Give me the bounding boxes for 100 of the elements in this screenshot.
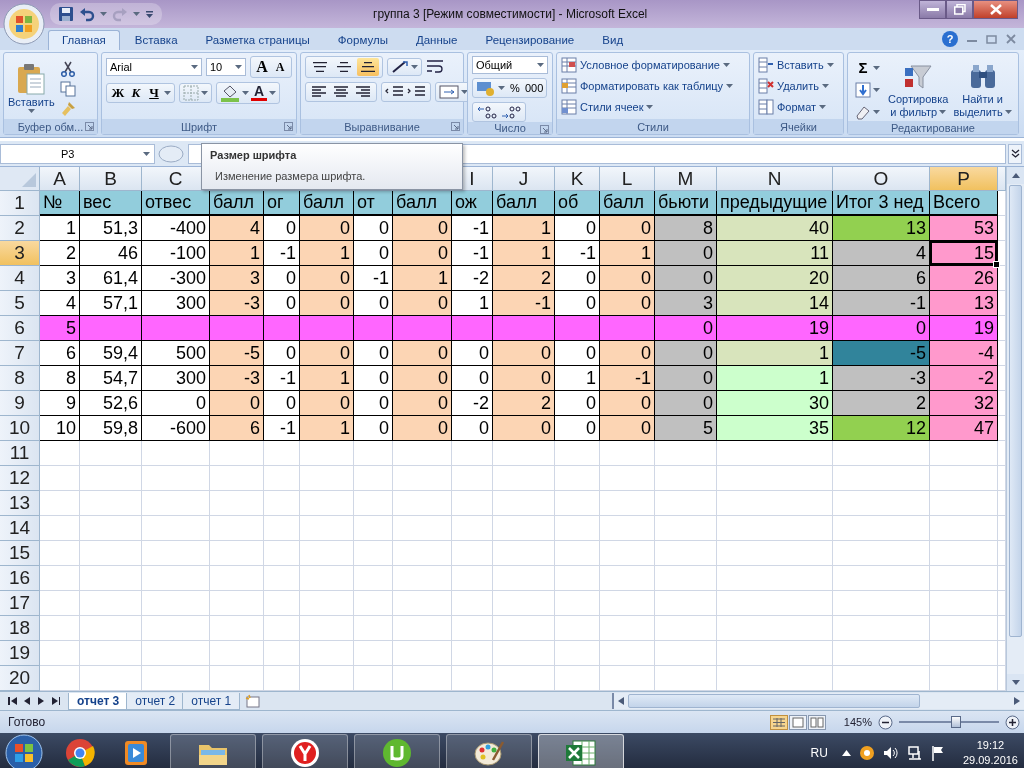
autosum-button[interactable]: Σ — [855, 59, 871, 76]
row-header[interactable]: 9 — [0, 391, 40, 416]
vertical-scrollbar[interactable] — [1006, 167, 1024, 691]
close-button[interactable] — [973, 0, 1018, 19]
column-header[interactable]: A — [40, 167, 80, 191]
thousands-button[interactable]: 000 — [525, 82, 544, 94]
page-break-icon[interactable] — [807, 714, 826, 730]
text-align-icon[interactable] — [331, 84, 351, 100]
ring-icon[interactable] — [858, 745, 875, 761]
row-header[interactable]: 12 — [0, 466, 40, 491]
row-header[interactable]: 5 — [0, 291, 40, 316]
row-header[interactable]: 16 — [0, 566, 40, 591]
ribbon-tab[interactable]: Разметка страницы — [192, 30, 323, 50]
paste-button[interactable]: Вставить — [8, 62, 55, 113]
vertical-align-button[interactable] — [357, 58, 379, 76]
text-align-icon[interactable] — [309, 84, 329, 100]
network-icon[interactable] — [906, 745, 923, 761]
row-header[interactable]: 10 — [0, 416, 40, 441]
slider-thumb[interactable] — [951, 716, 961, 728]
clock-date[interactable]: 29.09.2016 — [962, 753, 1018, 768]
row-header[interactable]: 6 — [0, 316, 40, 341]
bold-button[interactable]: Ж — [110, 85, 126, 101]
clock-time[interactable]: 19:12 — [976, 738, 1005, 753]
increase-decimal-icon[interactable] — [476, 104, 498, 120]
ribbon-tab[interactable]: Рецензирование — [472, 30, 588, 50]
sheet-tab[interactable]: отчет 2 — [126, 692, 185, 710]
taskbar-button[interactable] — [262, 734, 348, 768]
last-sheet-icon[interactable] — [50, 697, 60, 705]
row-header[interactable]: 3 — [0, 241, 40, 266]
wrap-text-icon[interactable] — [426, 59, 444, 75]
zoom-slider[interactable] — [899, 715, 999, 729]
save-icon[interactable] — [58, 6, 74, 22]
resize-handle-icon[interactable] — [158, 144, 184, 163]
column-header[interactable]: B — [80, 167, 142, 191]
percent-button[interactable]: % — [507, 82, 523, 94]
start-button[interactable] — [4, 733, 44, 768]
sheet-tab[interactable]: отчет 3 — [68, 692, 129, 710]
help-button[interactable]: ? — [942, 31, 958, 47]
page-layout-icon[interactable] — [788, 714, 807, 730]
taskbar-button[interactable] — [170, 734, 256, 768]
fill-down-icon[interactable] — [855, 82, 871, 98]
column-header[interactable]: K — [555, 167, 600, 191]
language-indicator[interactable]: RU — [810, 746, 828, 760]
taskbar-button[interactable] — [354, 734, 440, 768]
styles-menu-button[interactable]: Условное форматирование — [561, 56, 745, 74]
restore-button[interactable] — [946, 0, 973, 19]
cells-menu-button[interactable]: Вставить — [758, 56, 839, 74]
row-header[interactable]: 20 — [0, 666, 40, 691]
column-header[interactable]: L — [600, 167, 655, 191]
font-name-field[interactable]: Arial — [106, 58, 202, 76]
zoom-level[interactable]: 145% — [843, 716, 872, 728]
row-header[interactable]: 17 — [0, 591, 40, 616]
normal-view-icon[interactable] — [769, 714, 788, 730]
row-header[interactable]: 19 — [0, 641, 40, 666]
flag-icon[interactable] — [930, 745, 945, 761]
number-format-field[interactable]: Общий — [472, 56, 548, 74]
row-header[interactable]: 13 — [0, 491, 40, 516]
ribbon-tab[interactable]: Вид — [589, 30, 637, 50]
speaker-icon[interactable] — [882, 745, 899, 761]
font-size-field[interactable]: 10 — [206, 58, 246, 76]
shrink-font-button[interactable]: A — [272, 59, 288, 75]
cells-menu-button[interactable]: Удалить — [758, 77, 839, 95]
previous-sheet-icon[interactable] — [23, 697, 31, 705]
arrow-up-icon[interactable] — [841, 750, 851, 756]
find-select-button[interactable]: Найти и выделить — [953, 59, 1012, 118]
row-header[interactable]: 18 — [0, 616, 40, 641]
row-header[interactable]: 2 — [0, 216, 40, 241]
scissors-icon[interactable] — [59, 60, 76, 77]
next-sheet-icon[interactable] — [37, 697, 45, 705]
row-header[interactable]: 8 — [0, 366, 40, 391]
name-box[interactable]: P3 — [0, 143, 155, 164]
text-angle-icon[interactable] — [391, 60, 409, 74]
row-header[interactable]: 11 — [0, 441, 40, 466]
dialog-launcher-icon[interactable] — [284, 122, 293, 131]
customize-menu-icon[interactable] — [145, 9, 154, 19]
ribbon-tab[interactable]: Главная — [48, 30, 120, 50]
row-header[interactable]: 7 — [0, 341, 40, 366]
minimize-button[interactable] — [919, 0, 946, 19]
ribbon-tab[interactable]: Данные — [402, 30, 471, 50]
ribbon-tab[interactable]: Формулы — [324, 30, 401, 50]
row-header[interactable]: 4 — [0, 266, 40, 291]
styles-menu-button[interactable]: Стили ячеек — [561, 98, 745, 116]
currency-icon[interactable] — [476, 80, 496, 96]
text-align-icon[interactable] — [353, 84, 373, 100]
italic-button[interactable]: К — [128, 85, 144, 101]
dialog-launcher-icon[interactable] — [540, 125, 549, 134]
ribbon-tab[interactable]: Вставка — [121, 30, 191, 50]
horizontal-scrollbar[interactable] — [612, 693, 1024, 709]
font-color-button[interactable]: A — [251, 85, 267, 101]
sheet-tab[interactable]: отчет 1 — [182, 692, 241, 710]
cells-menu-button[interactable]: Формат — [758, 98, 839, 116]
zoom-in-icon[interactable] — [1005, 714, 1020, 730]
merge-cells-icon[interactable] — [439, 84, 459, 100]
grow-font-button[interactable]: A — [254, 58, 270, 76]
column-header[interactable]: M — [655, 167, 717, 191]
column-header[interactable]: N — [717, 167, 833, 191]
decrease-decimal-icon[interactable] — [500, 104, 522, 120]
row-header[interactable]: 14 — [0, 516, 40, 541]
fill-color-icon[interactable] — [220, 84, 240, 102]
taskbar-button[interactable] — [538, 734, 624, 768]
